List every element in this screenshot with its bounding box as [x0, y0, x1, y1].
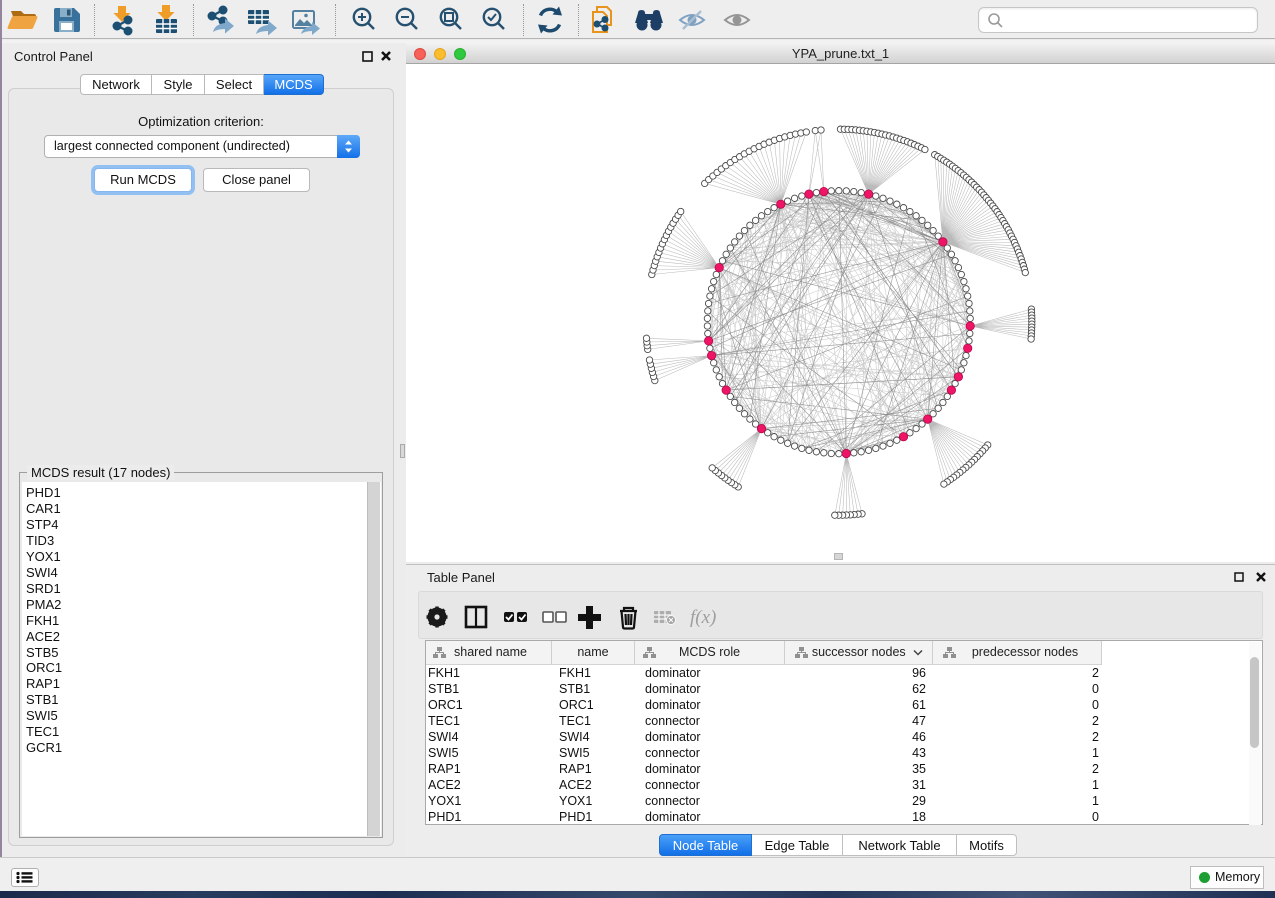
svg-text:f(x): f(x) [690, 607, 716, 628]
